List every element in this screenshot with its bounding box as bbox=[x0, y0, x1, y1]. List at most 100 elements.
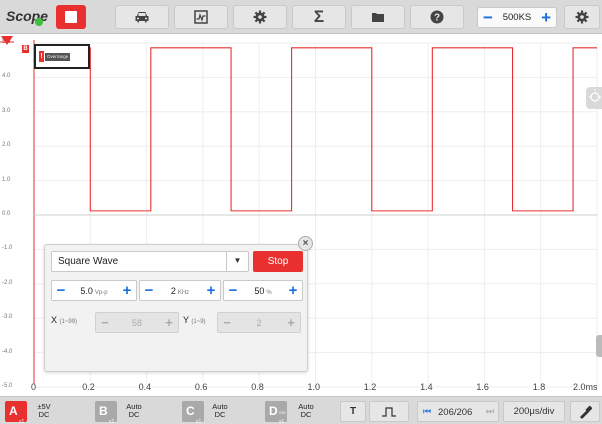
amplitude-decrease-button[interactable]: − bbox=[52, 283, 70, 298]
sample-rate-increase-button[interactable]: + bbox=[541, 9, 551, 26]
channel-marker-top[interactable]: B bbox=[22, 45, 29, 53]
sample-rate-value: 500KS bbox=[502, 12, 532, 23]
math-channel-button[interactable]: Σ bbox=[292, 5, 346, 29]
help-button[interactable]: ? bbox=[410, 5, 464, 29]
amplitude-stepper: − 5.0 Vp-p + bbox=[51, 280, 137, 301]
frequency-stepper: − 2 KHz + bbox=[139, 280, 221, 301]
vehicle-button[interactable] bbox=[115, 5, 169, 29]
trigger-edge-button[interactable] bbox=[369, 401, 409, 422]
gear-icon bbox=[253, 10, 267, 24]
x-tick-label: 0.4 bbox=[138, 382, 152, 392]
generator-stop-button[interactable]: Stop bbox=[253, 251, 303, 272]
stop-icon bbox=[65, 11, 77, 23]
frequency-unit: KHz bbox=[177, 289, 190, 296]
svg-text:?: ? bbox=[434, 13, 440, 24]
frequency-increase-button[interactable]: + bbox=[202, 283, 220, 298]
duty-increase-button[interactable]: + bbox=[284, 283, 302, 298]
overrange-label: Overrange bbox=[45, 53, 71, 61]
stop-acquisition-button[interactable] bbox=[56, 5, 86, 29]
waveform-library-icon bbox=[194, 10, 208, 24]
settings-button[interactable] bbox=[233, 5, 287, 29]
x-tick-label: 0.2 bbox=[82, 382, 95, 392]
x-tick-label: 0 bbox=[31, 382, 37, 392]
car-icon bbox=[135, 12, 149, 23]
bottom-bar: Ax1 ±5V DC Bx1 Auto DC Cx1 Auto DC D SIG x1 A… bbox=[0, 396, 602, 424]
x-tick-label: 0.6 bbox=[194, 382, 208, 392]
x-tick-label: 2.0ms bbox=[573, 382, 598, 392]
y-tick-label: -2.0 bbox=[2, 279, 13, 286]
close-generator-button[interactable]: × bbox=[298, 236, 313, 251]
waveform-select-value: Square Wave bbox=[58, 256, 119, 267]
y-tick-label: 3.0 bbox=[2, 107, 11, 114]
top-toolbar: Scope Σ ? − 500KS + bbox=[0, 0, 602, 34]
x-tick-label: 1.0 bbox=[307, 382, 321, 392]
frame-navigator: ⏮ 206/206 ⏭ bbox=[417, 401, 499, 422]
channel-b-settings[interactable]: Auto DC bbox=[120, 403, 148, 419]
y-tick-label: 1.0 bbox=[2, 176, 11, 183]
x-tick-label: 1.2 bbox=[363, 382, 377, 392]
channel-d-settings[interactable]: Auto DC bbox=[292, 403, 320, 419]
side-drawer-handle[interactable] bbox=[596, 335, 602, 357]
pulse-icon bbox=[382, 406, 396, 417]
x-increase-button[interactable]: + bbox=[160, 315, 178, 330]
probe-icon bbox=[580, 404, 592, 419]
timebase-button[interactable]: 200μs/div bbox=[503, 401, 565, 422]
channel-zero-marker[interactable] bbox=[0, 35, 14, 49]
chevron-down-icon: ▼ bbox=[226, 251, 248, 272]
y-tick-label: 4.0 bbox=[2, 73, 11, 80]
signal-generator-panel: Square Wave ▼ Stop − 5.0 Vp-p + − 2 KHz + … bbox=[44, 244, 308, 372]
y-param-stepper: − 2 + bbox=[217, 312, 301, 333]
y-tick-label: 0.0 bbox=[2, 211, 11, 217]
waveform-library-button[interactable] bbox=[174, 5, 228, 29]
amplitude-value: 5.0 bbox=[80, 285, 93, 296]
connection-status-icon bbox=[35, 18, 43, 26]
frequency-value: 2 bbox=[170, 285, 176, 296]
x-tick-label: 1.8 bbox=[532, 382, 546, 392]
y-tick-label: -5.0 bbox=[2, 383, 13, 389]
measurement-panel-toggle[interactable] bbox=[586, 87, 602, 109]
x-tick-label: 1.6 bbox=[476, 382, 489, 392]
amplitude-unit: Vp-p bbox=[94, 289, 108, 296]
duty-unit: % bbox=[266, 289, 272, 296]
lightbulb-icon bbox=[589, 89, 601, 102]
y-tick-label: -4.0 bbox=[2, 348, 13, 355]
frame-counter: 206/206 bbox=[438, 407, 473, 418]
x-decrease-button[interactable]: − bbox=[96, 315, 114, 330]
x-param-label: X (1~99) bbox=[51, 315, 78, 325]
channel-c-button[interactable]: Cx1 bbox=[182, 401, 204, 424]
help-icon: ? bbox=[430, 10, 444, 24]
y-decrease-button[interactable]: − bbox=[218, 315, 236, 330]
duty-cycle-stepper: − 50% + bbox=[223, 280, 303, 301]
channel-c-settings[interactable]: Auto DC bbox=[206, 403, 234, 419]
y-param-label: Y (1~9) bbox=[183, 315, 206, 325]
sample-rate-decrease-button[interactable]: − bbox=[483, 9, 493, 26]
folder-icon bbox=[372, 13, 384, 22]
frequency-decrease-button[interactable]: − bbox=[140, 283, 158, 298]
channel-a-button[interactable]: Ax1 bbox=[5, 401, 27, 424]
x-tick-label: 1.4 bbox=[420, 382, 433, 392]
waveform-select[interactable]: Square Wave ▼ bbox=[51, 251, 249, 272]
trigger-button[interactable]: T bbox=[340, 401, 366, 422]
x-param-stepper: − 58 + bbox=[95, 312, 179, 333]
warning-icon: ! bbox=[39, 51, 44, 62]
y-tick-label: -1.0 bbox=[2, 245, 13, 252]
probe-button[interactable] bbox=[570, 401, 600, 422]
last-frame-icon[interactable]: ⏭ bbox=[486, 406, 494, 417]
channel-a-settings[interactable]: ±5V DC bbox=[30, 403, 58, 419]
first-frame-icon[interactable]: ⏮ bbox=[423, 406, 431, 417]
gear-icon bbox=[575, 10, 589, 24]
sample-rate-stepper: − 500KS + bbox=[477, 7, 557, 28]
overrange-indicator: ! Overrange bbox=[34, 44, 90, 69]
scope-app: Scope Σ ? − 500KS + 4.0 3.0 2.0 1.0 0.0 … bbox=[0, 0, 602, 424]
y-tick-label: 2.0 bbox=[2, 142, 11, 149]
channel-b-button[interactable]: Bx1 bbox=[95, 401, 117, 424]
duty-decrease-button[interactable]: − bbox=[224, 283, 242, 298]
scope-settings-button[interactable] bbox=[564, 5, 600, 29]
x-value: 58 bbox=[131, 317, 142, 328]
y-increase-button[interactable]: + bbox=[282, 315, 300, 330]
file-button[interactable] bbox=[351, 5, 405, 29]
channel-d-button[interactable]: D SIG x1 bbox=[265, 401, 287, 424]
amplitude-increase-button[interactable]: + bbox=[118, 283, 136, 298]
x-tick-label: 0.8 bbox=[251, 382, 264, 392]
y-tick-label: -3.0 bbox=[2, 314, 13, 321]
